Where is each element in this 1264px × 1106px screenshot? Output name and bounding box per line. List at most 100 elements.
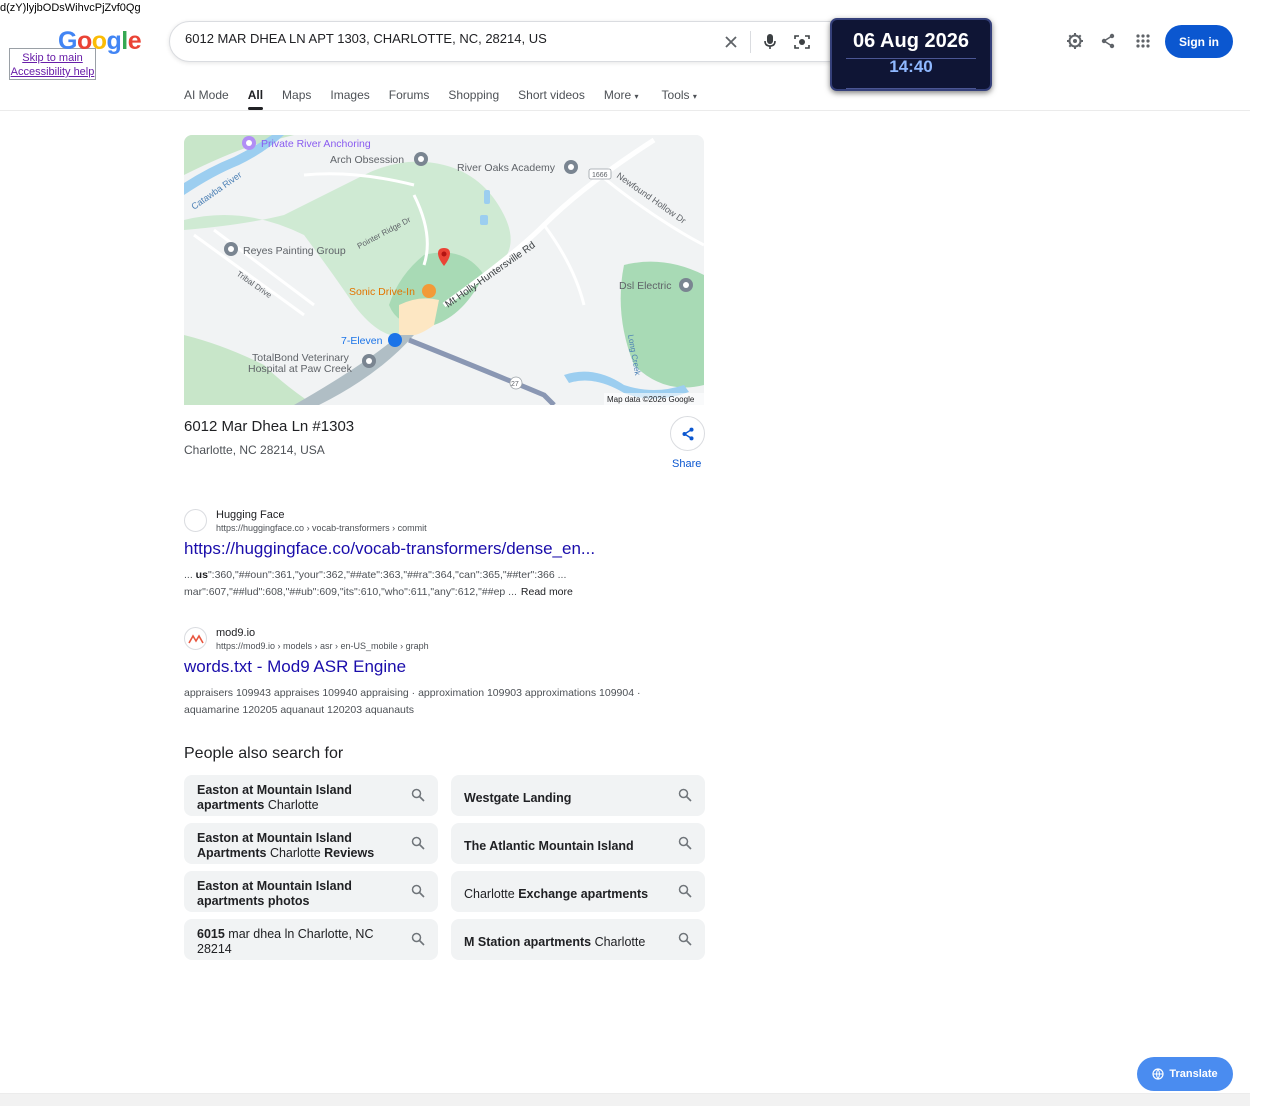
chip-rest: Charlotte: [264, 798, 319, 812]
related-search-chip[interactable]: Charlotte Exchange apartments: [451, 871, 705, 912]
tab-tools[interactable]: Tools ▾: [662, 88, 697, 112]
snippet-text: mar":607,"##lud":608,"##ub":609,"its":61…: [184, 586, 517, 598]
map-label-7-eleven: 7-Eleven: [341, 335, 383, 347]
overlay-date: 06 Aug 2026: [853, 30, 969, 52]
result-site-name[interactable]: Hugging Face: [216, 509, 285, 521]
chip-rest: Charlotte: [591, 934, 646, 949]
tab-shopping[interactable]: Shopping: [448, 88, 499, 112]
tab-tools-label: Tools: [661, 88, 690, 102]
chip-bold: M Station apartments: [464, 934, 592, 949]
result-breadcrumb[interactable]: https://huggingface.co › vocab-transform…: [216, 523, 427, 533]
read-more-link[interactable]: Read more: [521, 586, 573, 598]
result-site-name[interactable]: mod9.io: [216, 627, 255, 639]
related-search-chip[interactable]: 6015 mar dhea ln Charlotte, NC 28214: [184, 919, 438, 960]
chip-text: Easton at Mountain Island apartments pho…: [197, 879, 398, 909]
result-title-link[interactable]: words.txt - Mod9 ASR Engine: [184, 657, 406, 677]
tab-all[interactable]: All: [247, 88, 264, 112]
tab-more[interactable]: More ▾: [604, 88, 639, 112]
chip-bold: 6015: [197, 927, 225, 941]
search-box[interactable]: [169, 21, 859, 62]
search-result: mod9.io https://mod9.io › models › asr ›…: [184, 627, 714, 722]
related-search-chip[interactable]: Easton at Mountain Island apartments Cha…: [184, 775, 438, 816]
hidden-debug-text: d(zY)lyjbODsWihvcPjZvf0Qg: [0, 2, 141, 14]
microphone-icon[interactable]: [760, 32, 780, 52]
place-share-button[interactable]: [670, 416, 705, 451]
related-search-chip[interactable]: The Atlantic Mountain Island: [451, 823, 705, 864]
map-label-river-oaks: River Oaks Academy: [457, 162, 556, 174]
camera-lens-icon[interactable]: [792, 32, 812, 52]
chip-text: The Atlantic Mountain Island: [464, 839, 634, 854]
tab-ai-mode[interactable]: AI Mode: [184, 88, 229, 112]
share-icon: [681, 427, 694, 440]
search-icon: [411, 836, 425, 850]
caret-down-icon: ▾: [692, 92, 697, 101]
search-icon: [411, 884, 425, 898]
logo-letter: o: [76, 27, 92, 55]
map-preview[interactable]: Private River Anchoring Arch Obsession R…: [184, 135, 704, 405]
place-share-label[interactable]: Share: [672, 458, 701, 470]
chip-pre: Charlotte: [464, 886, 519, 901]
result-snippet-line1: ... us":360,"##oun":361,"your":362,"##at…: [184, 567, 566, 584]
search-result: Hugging Face https://huggingface.co › vo…: [184, 509, 714, 604]
logo-letter: o: [91, 27, 107, 55]
map-label-private-river: Private River Anchoring: [261, 138, 371, 150]
google-logo[interactable]: Google: [58, 27, 142, 56]
related-search-chip[interactable]: Westgate Landing: [451, 775, 705, 816]
snippet-text: ":360,"##oun":361,"your":362,"##ate":363…: [207, 569, 567, 581]
clear-icon[interactable]: [721, 32, 741, 52]
search-divider: [750, 31, 751, 53]
chip-text: M Station apartments Charlotte: [464, 935, 645, 950]
map-label-reyes: Reyes Painting Group: [243, 245, 346, 257]
map-label-totalbond-2: Hospital at Paw Creek: [248, 363, 353, 375]
header-divider: [0, 110, 1250, 111]
chip-bold: Easton at Mountain Island apartments pho…: [197, 879, 352, 908]
search-icon: [411, 932, 425, 946]
footer-strip: [0, 1093, 1250, 1106]
overlay-time: 14:40: [889, 57, 933, 76]
map-label-route-27: 27: [511, 381, 519, 388]
snippet-text: ...: [184, 569, 196, 581]
tab-short-videos[interactable]: Short videos: [518, 88, 585, 112]
tab-forums[interactable]: Forums: [389, 88, 430, 112]
map-label-route-1666: 1666: [592, 172, 608, 179]
chip-rest: Charlotte: [266, 846, 325, 860]
tab-maps[interactable]: Maps: [282, 88, 311, 112]
apps-grid-icon[interactable]: [1133, 31, 1153, 51]
related-search-chip[interactable]: Easton at Mountain Island Apartments Cha…: [184, 823, 438, 864]
accessibility-help-link[interactable]: Accessibility help: [10, 65, 95, 79]
snippet-match: us: [195, 569, 208, 581]
datetime-overlay: 06 Aug 2026 14:40: [830, 18, 992, 91]
search-icon: [678, 836, 692, 850]
chip-bold: Exchange apartments: [518, 886, 649, 901]
related-search-chip[interactable]: M Station apartments Charlotte: [451, 919, 705, 960]
result-title-link[interactable]: https://huggingface.co/vocab-transformer…: [184, 539, 595, 559]
chip-bold: The Atlantic Mountain Island: [464, 838, 634, 853]
people-also-search-title: People also search for: [184, 745, 344, 762]
chip-text: Easton at Mountain Island apartments Cha…: [197, 783, 398, 813]
result-breadcrumb[interactable]: https://mod9.io › models › asr › en-US_m…: [216, 641, 429, 651]
related-search-chip[interactable]: Easton at Mountain Island apartments pho…: [184, 871, 438, 912]
search-icon: [411, 788, 425, 802]
place-address-line1: 6012 Mar Dhea Ln #1303: [184, 418, 355, 435]
settings-gear-icon[interactable]: [1065, 31, 1085, 51]
overlay-divider: [846, 88, 976, 89]
mod9-favicon: [184, 627, 207, 650]
people-also-search-grid: Easton at Mountain Island apartments Cha…: [184, 775, 706, 960]
place-address-line2: Charlotte, NC 28214, USA: [184, 443, 325, 457]
translate-button[interactable]: Translate: [1137, 1057, 1233, 1091]
map-label-arch: Arch Obsession: [330, 154, 404, 166]
chip-text: Westgate Landing: [464, 791, 571, 806]
chip-bold: Westgate Landing: [464, 790, 572, 805]
sign-in-button[interactable]: Sign in: [1165, 25, 1233, 58]
search-input[interactable]: [185, 31, 715, 46]
huggingface-favicon: [184, 509, 207, 532]
share-icon[interactable]: [1098, 31, 1118, 51]
tab-more-label: More: [603, 88, 632, 102]
logo-letter: G: [58, 27, 77, 55]
caret-down-icon: ▾: [634, 92, 639, 101]
search-tabs: AI Mode All Maps Images Forums Shopping …: [184, 88, 716, 112]
result-snippet-line2: mar":607,"##lud":608,"##ub":609,"its":61…: [184, 584, 573, 601]
logo-letter: e: [127, 27, 142, 55]
tab-images[interactable]: Images: [330, 88, 369, 112]
search-icon: [678, 788, 692, 802]
